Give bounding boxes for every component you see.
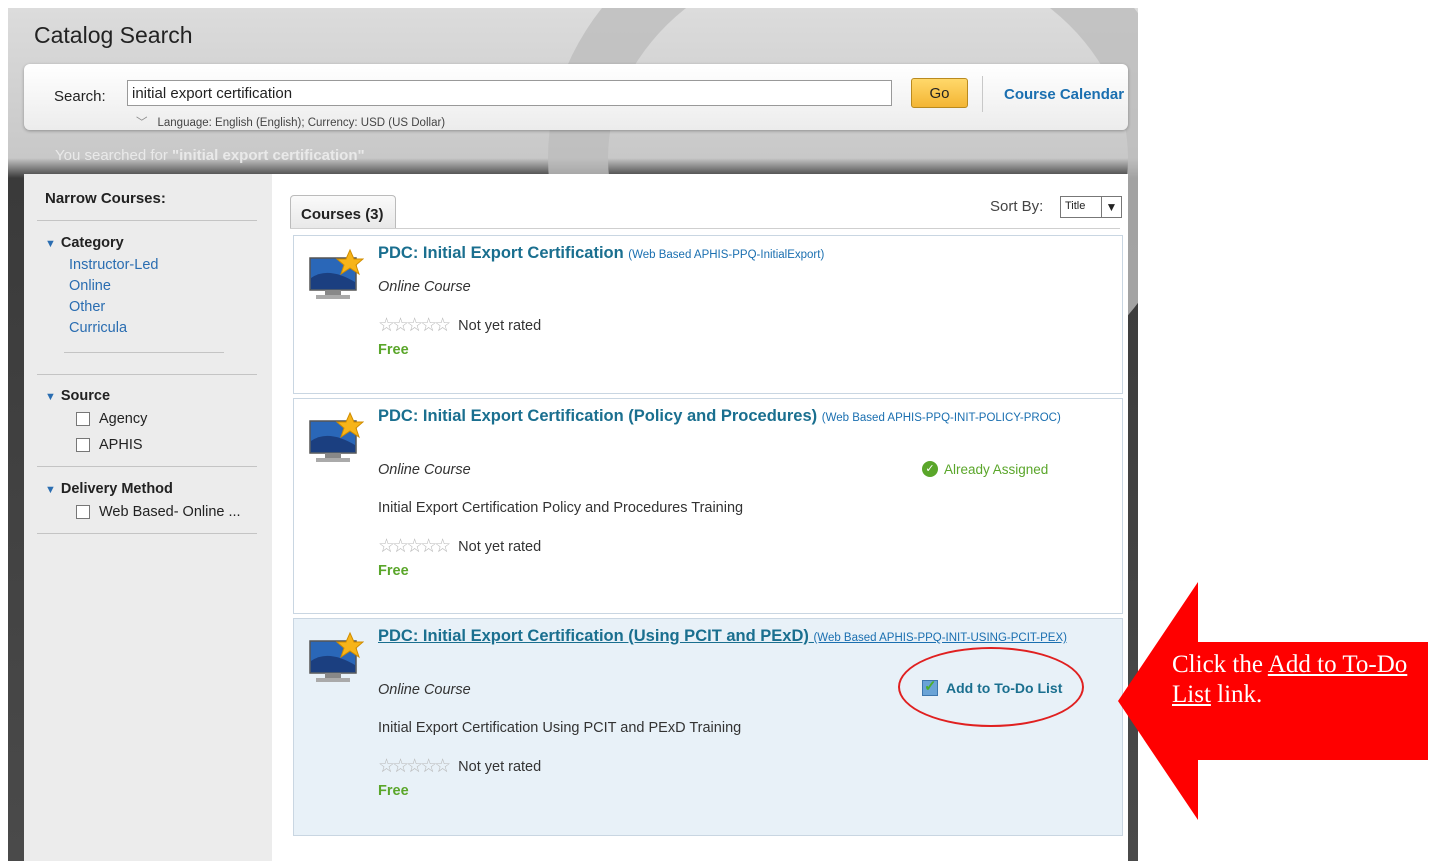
course-description: Initial Export Certification Policy and … [378, 500, 744, 516]
divider [982, 76, 983, 112]
facet-source-header[interactable]: ▼ Source [45, 388, 110, 404]
search-bar: Search: Go Course Calendar ﹀ Language: En… [24, 64, 1128, 130]
star-rating-icon[interactable]: ☆☆☆☆☆ [378, 314, 451, 337]
course-code: (Web Based APHIS-PPQ-INIT-USING-PCIT-PEX… [813, 632, 1067, 644]
course-calendar-link[interactable]: Course Calendar [1004, 86, 1124, 103]
checkbox[interactable] [76, 412, 90, 426]
facet-delivery-web-based[interactable]: Web Based- Online ... [76, 504, 241, 520]
triangle-down-icon: ▼ [45, 484, 56, 496]
course-title-link[interactable]: PDC: Initial Export Certification (Using… [378, 627, 1098, 648]
course-type: Online Course [378, 682, 471, 698]
highlight-ellipse [898, 647, 1084, 727]
searched-for-text: You searched for "initial export certifi… [55, 147, 365, 164]
divider [64, 352, 224, 353]
course-price: Free [378, 783, 409, 799]
facet-source-aphis[interactable]: APHIS [76, 437, 143, 453]
course-card: PDC: Initial Export Certification (Web B… [293, 235, 1123, 394]
sort-by-label: Sort By: [990, 198, 1044, 215]
language-currency-toggle[interactable]: ﹀ Language: English (English); Currency: … [136, 114, 445, 130]
checkbox[interactable] [76, 438, 90, 452]
star-rating-icon[interactable]: ☆☆☆☆☆ [378, 755, 451, 778]
triangle-down-icon: ▼ [45, 391, 56, 403]
chevron-down-icon[interactable]: ▼ [1101, 197, 1121, 217]
searched-for-query: "initial export certification" [172, 147, 365, 164]
divider [37, 466, 257, 467]
course-type: Online Course [378, 462, 471, 478]
narrow-courses-title: Narrow Courses: [45, 190, 166, 207]
chevron-down-icon: ﹀ [136, 117, 148, 129]
already-assigned-status: ✓ Already Assigned [922, 461, 1048, 477]
course-code: (Web Based APHIS-PPQ-InitialExport) [628, 249, 825, 261]
facet-category-header[interactable]: ▼ Category [45, 235, 124, 251]
facet-source-agency[interactable]: Agency [76, 411, 147, 427]
language-currency-text: Language: English (English); Currency: U… [157, 117, 446, 129]
sidebar: Narrow Courses: ▼ Category Instructor-Led… [24, 174, 272, 861]
online-course-icon [309, 248, 364, 299]
course-title-link[interactable]: PDC: Initial Export Certification (Polic… [378, 407, 1098, 428]
star-rating-icon[interactable]: ☆☆☆☆☆ [378, 535, 451, 558]
online-course-icon [309, 411, 364, 462]
course-rating: ☆☆☆☆☆ Not yet rated [378, 535, 542, 558]
facet-category-curricula[interactable]: Curricula [69, 320, 127, 336]
sort-by-select[interactable]: Title ▼ [1060, 196, 1122, 218]
divider [37, 374, 257, 375]
course-description: Initial Export Certification Using PCIT … [378, 720, 742, 736]
divider [290, 228, 1120, 229]
search-label: Search: [54, 88, 106, 105]
callout-text: Click the Add to To-Do List link. [1172, 651, 1408, 708]
go-button[interactable]: Go [911, 78, 968, 108]
app-window: Catalog Search Search: Go Course Calenda… [8, 8, 1138, 861]
divider [37, 220, 257, 221]
page-title: Catalog Search [34, 22, 193, 48]
divider [37, 533, 257, 534]
search-input[interactable] [127, 80, 892, 106]
course-rating: ☆☆☆☆☆ Not yet rated [378, 314, 542, 337]
check-circle-icon: ✓ [922, 461, 938, 477]
tab-courses[interactable]: Courses (3) [290, 195, 396, 229]
course-code: (Web Based APHIS-PPQ-INIT-POLICY-PROC) [821, 412, 1061, 424]
online-course-icon [309, 631, 364, 682]
course-title-link[interactable]: PDC: Initial Export Certification (Web B… [378, 244, 1098, 265]
triangle-down-icon: ▼ [45, 238, 56, 250]
course-rating: ☆☆☆☆☆ Not yet rated [378, 755, 542, 778]
content-panel: Narrow Courses: ▼ Category Instructor-Led… [24, 174, 1128, 861]
checkbox[interactable] [76, 505, 90, 519]
facet-category-instructor-led[interactable]: Instructor-Led [69, 257, 158, 273]
course-type: Online Course [378, 279, 471, 295]
sort-by-value: Title [1065, 200, 1086, 212]
searched-for-prefix: You searched for [55, 147, 173, 164]
course-card: PDC: Initial Export Certification (Polic… [293, 398, 1123, 614]
facet-delivery-header[interactable]: ▼ Delivery Method [45, 481, 173, 497]
facet-category-online[interactable]: Online [69, 278, 111, 294]
course-price: Free [378, 342, 409, 358]
facet-category-other[interactable]: Other [69, 299, 105, 315]
course-price: Free [378, 563, 409, 579]
